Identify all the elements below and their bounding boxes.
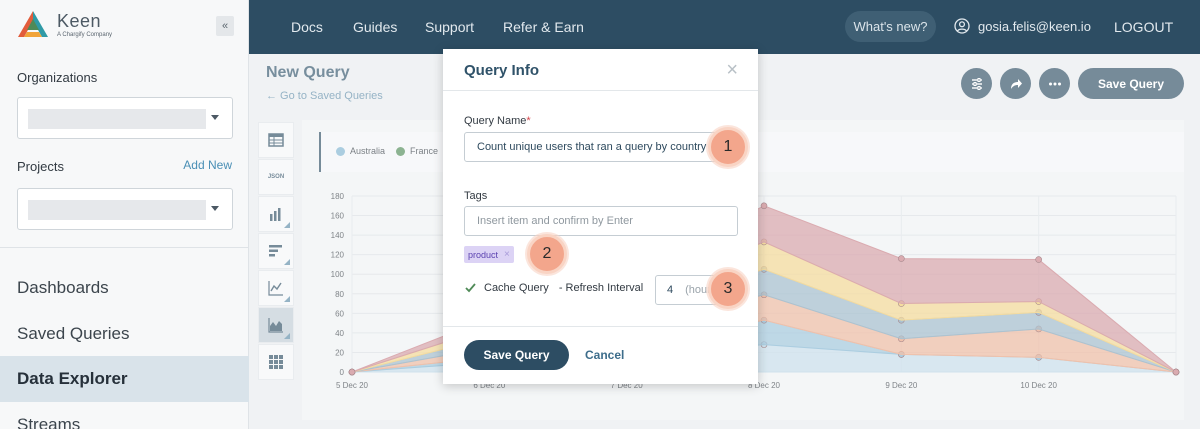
collapse-sidebar-button[interactable]: « [216, 16, 234, 36]
whats-new-button[interactable]: What's new? [845, 11, 936, 42]
modal-header: Query Info × [443, 49, 758, 91]
project-select[interactable] [17, 188, 233, 230]
refresh-interval-value: 4 [667, 284, 674, 296]
checkmark-icon [465, 283, 476, 293]
close-icon[interactable]: × [726, 60, 738, 80]
tag-remove-icon[interactable]: × [504, 249, 510, 260]
nav-docs-link[interactable]: Docs [291, 19, 323, 35]
user-email: gosia.felis@keen.io [978, 18, 1091, 34]
organization-select[interactable] [17, 97, 233, 139]
app-root: Keen A Chargify Company « Organizations … [0, 0, 1200, 429]
logout-link[interactable]: LOGOUT [1114, 19, 1173, 35]
tags-label: Tags [464, 190, 488, 202]
refresh-interval-label: - Refresh Interval [558, 281, 644, 294]
nav-saved-queries[interactable]: Saved Queries [0, 311, 249, 357]
project-select-value [28, 200, 206, 220]
nav-refer-earn-link[interactable]: Refer & Earn [503, 19, 584, 35]
user-menu[interactable]: gosia.felis@keen.io [954, 18, 1091, 34]
step-badge-2: 2 [527, 234, 567, 274]
modal-title: Query Info [464, 62, 540, 79]
logo-name: Keen [57, 10, 102, 31]
top-nav-bar: Docs Guides Support Refer & Earn What's … [249, 0, 1200, 54]
tag-label: product [468, 249, 499, 260]
query-name-label-text: Query Name [464, 115, 527, 127]
modal-save-query-button[interactable]: Save Query [464, 340, 569, 370]
tags-input[interactable]: Insert item and confirm by Enter [464, 206, 738, 236]
logo-text: Keen A Chargify Company [57, 11, 112, 38]
chevron-down-icon [211, 206, 219, 211]
step-badge-1: 1 [708, 127, 748, 167]
step-badge-3: 3 [708, 269, 748, 309]
nav-data-explorer[interactable]: Data Explorer [0, 356, 249, 402]
organization-select-value [28, 109, 206, 129]
nav-dashboards[interactable]: Dashboards [0, 265, 249, 311]
query-name-label: Query Name* [464, 115, 531, 127]
nav-streams[interactable]: Streams [0, 402, 249, 429]
user-icon [954, 18, 970, 34]
modal-footer-divider [443, 326, 758, 327]
modal-cancel-button[interactable]: Cancel [585, 348, 624, 362]
required-mark: * [526, 115, 531, 127]
chevron-down-icon [211, 115, 219, 120]
cache-query-label: Cache Query [484, 281, 549, 294]
nav-guides-link[interactable]: Guides [353, 19, 397, 35]
query-name-input[interactable]: Count unique users that ran a query by c… [464, 132, 738, 162]
nav-support-link[interactable]: Support [425, 19, 474, 35]
tag-chip-product: product × [464, 246, 514, 263]
add-new-project-link[interactable]: Add New [183, 158, 232, 172]
query-info-modal: Query Info × Query Name* Count unique us… [443, 49, 758, 384]
sidebar: Keen A Chargify Company « Organizations … [0, 0, 249, 429]
projects-label: Projects [17, 159, 64, 174]
cache-query-checkbox[interactable] [464, 281, 477, 294]
keen-logo[interactable]: Keen A Chargify Company [16, 10, 112, 38]
sidebar-divider [0, 247, 249, 248]
logo-subtitle: A Chargify Company [57, 31, 113, 38]
cache-query-row: Cache Query - Refresh Interval [464, 281, 643, 294]
keen-logo-icon [18, 11, 48, 37]
organizations-label: Organizations [17, 70, 98, 85]
